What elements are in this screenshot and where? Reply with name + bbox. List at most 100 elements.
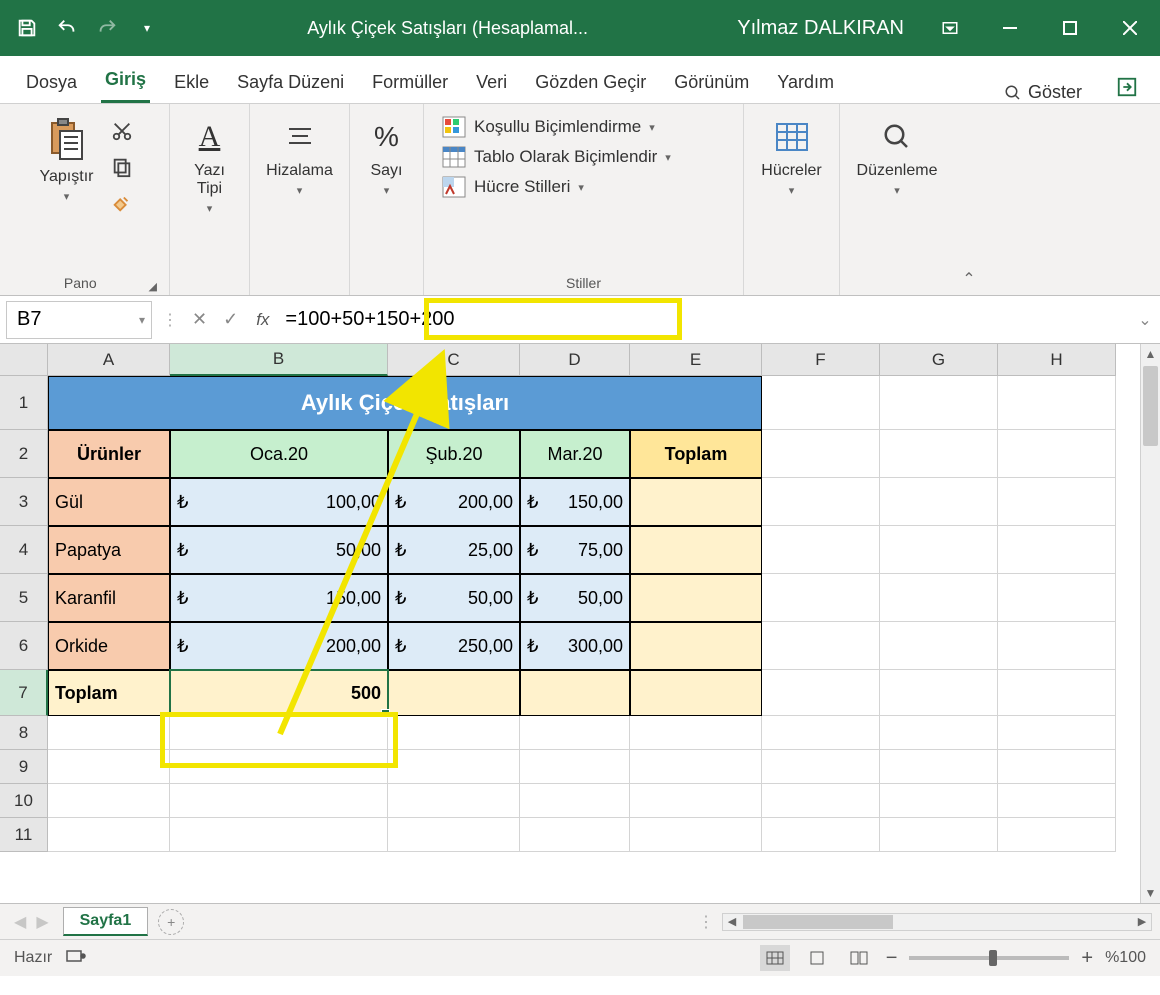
clipboard-dialog-launcher[interactable]: ◢ [149, 280, 157, 293]
cell-value[interactable]: ₺25,00 [388, 526, 520, 574]
expand-formula-bar-icon[interactable]: ⌄ [1130, 310, 1160, 330]
undo-icon[interactable] [56, 17, 78, 39]
conditional-formatting-button[interactable]: Koşullu Biçimlendirme▾ [442, 116, 725, 138]
share-icon[interactable] [1116, 76, 1138, 103]
redo-icon[interactable] [96, 17, 118, 39]
tab-help[interactable]: Yardım [773, 62, 838, 103]
cell-value[interactable]: ₺200,00 [388, 478, 520, 526]
minimize-button[interactable] [980, 0, 1040, 56]
header-products[interactable]: Ürünler [48, 430, 170, 478]
scroll-right-icon[interactable]: ▶ [1133, 915, 1151, 928]
tab-review[interactable]: Gözden Geçir [531, 62, 650, 103]
row-header[interactable]: 8 [0, 716, 48, 750]
cell-value[interactable]: ₺75,00 [520, 526, 630, 574]
collapse-ribbon-icon[interactable]: ⌃ [954, 104, 984, 295]
table-title[interactable]: Aylık Çiçek Satışları [48, 376, 762, 430]
col-header-d[interactable]: D [520, 344, 630, 376]
row-header[interactable]: 1 [0, 376, 48, 430]
total-row-header[interactable]: Toplam [48, 670, 170, 716]
cell-value[interactable] [520, 670, 630, 716]
product-name[interactable]: Gül [48, 478, 170, 526]
col-header-g[interactable]: G [880, 344, 998, 376]
row-header[interactable]: 10 [0, 784, 48, 818]
col-header-h[interactable]: H [998, 344, 1116, 376]
cell-value[interactable] [388, 670, 520, 716]
maximize-button[interactable] [1040, 0, 1100, 56]
scroll-down-icon[interactable]: ▼ [1141, 883, 1160, 903]
scroll-up-icon[interactable]: ▲ [1141, 344, 1160, 364]
cell-value[interactable]: ₺150,00 [170, 574, 388, 622]
product-name[interactable]: Karanfil [48, 574, 170, 622]
sheet-nav-next-icon[interactable]: ▶ [36, 912, 48, 932]
sheet-tab[interactable]: Sayfa1 [63, 907, 149, 936]
enter-formula-icon[interactable]: ✓ [223, 309, 238, 330]
cell-value[interactable]: ₺50,00 [520, 574, 630, 622]
row-header[interactable]: 9 [0, 750, 48, 784]
format-painter-icon[interactable] [109, 190, 135, 216]
row-header[interactable]: 7 [0, 670, 48, 716]
cell-value[interactable] [630, 574, 762, 622]
cell-value[interactable] [630, 526, 762, 574]
number-group-button[interactable]: % Sayı▾ [362, 112, 412, 201]
name-box[interactable]: B7 [6, 301, 152, 339]
row-header[interactable]: 5 [0, 574, 48, 622]
cell-value[interactable]: ₺200,00 [170, 622, 388, 670]
row-header[interactable]: 6 [0, 622, 48, 670]
view-page-layout-button[interactable] [802, 945, 832, 971]
zoom-level[interactable]: %100 [1105, 949, 1146, 967]
row-header[interactable]: 11 [0, 818, 48, 852]
alignment-group-button[interactable]: Hizalama▾ [260, 112, 339, 201]
cell-value[interactable] [630, 478, 762, 526]
header-month[interactable]: Mar.20 [520, 430, 630, 478]
tab-formulas[interactable]: Formüller [368, 62, 452, 103]
tell-me-search[interactable]: Göster [1004, 82, 1082, 103]
tab-home[interactable]: Giriş [101, 59, 150, 103]
cancel-formula-icon[interactable]: ✕ [192, 309, 207, 330]
quick-access-more-icon[interactable]: ▾ [136, 17, 158, 39]
cell-value[interactable]: ₺150,00 [520, 478, 630, 526]
horizontal-scrollbar[interactable]: ◀ ▶ [722, 913, 1152, 931]
editing-group-button[interactable]: Düzenleme▾ [851, 112, 944, 201]
tab-view[interactable]: Görünüm [670, 62, 753, 103]
scroll-thumb[interactable] [743, 915, 893, 929]
scroll-thumb[interactable] [1143, 366, 1158, 446]
product-name[interactable]: Papatya [48, 526, 170, 574]
zoom-slider[interactable] [909, 956, 1069, 960]
row-header[interactable]: 4 [0, 526, 48, 574]
font-group-button[interactable]: A Yazı Tipi▾ [185, 112, 235, 219]
cell-value[interactable]: ₺100,00 [170, 478, 388, 526]
select-all-corner[interactable] [0, 344, 48, 376]
view-page-break-button[interactable] [844, 945, 874, 971]
format-as-table-button[interactable]: Tablo Olarak Biçimlendir▾ [442, 146, 725, 168]
header-month[interactable]: Oca.20 [170, 430, 388, 478]
copy-icon[interactable] [109, 154, 135, 180]
zoom-in-button[interactable]: + [1081, 947, 1093, 970]
product-name[interactable]: Orkide [48, 622, 170, 670]
cell-value[interactable]: ₺50,00 [388, 574, 520, 622]
header-total[interactable]: Toplam [630, 430, 762, 478]
col-header-e[interactable]: E [630, 344, 762, 376]
add-sheet-button[interactable]: + [158, 909, 184, 935]
row-header[interactable]: 2 [0, 430, 48, 478]
fx-icon[interactable]: fx [248, 310, 277, 330]
cell-value[interactable]: ₺50,00 [170, 526, 388, 574]
tab-file[interactable]: Dosya [22, 62, 81, 103]
sheet-nav-prev-icon[interactable]: ◀ [14, 912, 26, 932]
splitter-handle[interactable]: ⋮ [690, 912, 722, 932]
user-name[interactable]: Yılmaz DALKIRAN [721, 17, 920, 40]
cell-value[interactable]: ₺300,00 [520, 622, 630, 670]
vertical-scrollbar[interactable]: ▲ ▼ [1140, 344, 1160, 903]
row-header[interactable]: 3 [0, 478, 48, 526]
tab-page-layout[interactable]: Sayfa Düzeni [233, 62, 348, 103]
col-header-a[interactable]: A [48, 344, 170, 376]
paste-button[interactable]: Yapıştır ▾ [34, 112, 100, 207]
close-button[interactable] [1100, 0, 1160, 56]
save-icon[interactable] [16, 17, 38, 39]
cells-group-button[interactable]: Hücreler▾ [755, 112, 827, 201]
cell-value[interactable] [630, 670, 762, 716]
cell-value[interactable]: ₺250,00 [388, 622, 520, 670]
scroll-left-icon[interactable]: ◀ [723, 915, 741, 928]
tab-insert[interactable]: Ekle [170, 62, 213, 103]
col-header-c[interactable]: C [388, 344, 520, 376]
macro-record-icon[interactable] [66, 948, 86, 969]
